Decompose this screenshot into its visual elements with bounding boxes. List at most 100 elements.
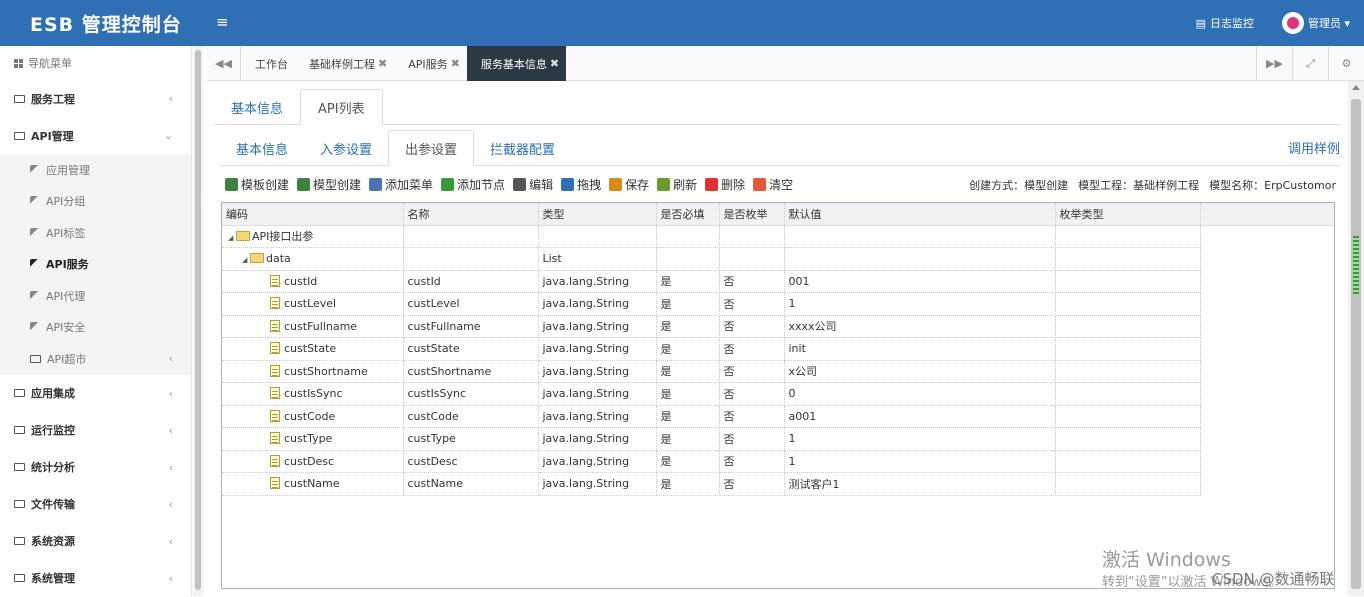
toolbar-button-delete[interactable]: 删除 bbox=[705, 176, 745, 193]
add-node-icon bbox=[441, 177, 455, 191]
sidebar-item-api-group[interactable]: API分组 bbox=[0, 186, 191, 218]
sidebar-item-app-integration[interactable]: 应用集成 ‹ bbox=[0, 375, 191, 412]
table-row[interactable]: custFullname custFullname java.lang.String… bbox=[222, 315, 1334, 338]
column-header[interactable]: 名称 bbox=[403, 203, 539, 226]
cell-type: java.lang.String bbox=[538, 427, 657, 451]
tree-toggle-icon[interactable]: ◢ bbox=[228, 234, 236, 242]
table-row[interactable]: custShortname custShortname java.lang.Stri… bbox=[222, 360, 1334, 383]
table-row[interactable]: custLevel custLevel java.lang.String 是 否 1 bbox=[222, 292, 1334, 316]
sidebar-item-api-service[interactable]: API服务 bbox=[0, 249, 191, 281]
cell-code: custDesc bbox=[222, 450, 404, 473]
table-row[interactable]: ◢ data List bbox=[222, 247, 1334, 271]
sidebar-item-run-monitor[interactable]: 运行监控 ‹ bbox=[0, 412, 191, 449]
cell-text: custDesc bbox=[284, 454, 335, 468]
cell-text: 否 bbox=[723, 387, 735, 401]
sidebar-item-app-management[interactable]: 应用管理 bbox=[0, 154, 191, 186]
log-monitor-link[interactable]: ▤ 日志监控 bbox=[1196, 15, 1254, 31]
call-sample-link[interactable]: 调用样例 bbox=[1288, 138, 1340, 157]
toolbar-button-refresh[interactable]: 刷新 bbox=[657, 176, 697, 193]
column-header[interactable]: 是否枚举 bbox=[719, 203, 785, 226]
toolbar-button-label: 拖拽 bbox=[577, 177, 602, 192]
table-row[interactable]: custState custState java.lang.String 是 否 init bbox=[222, 337, 1334, 361]
toolbar-button-add-node[interactable]: 添加节点 bbox=[441, 176, 505, 193]
tab-label: 基础样例工程 bbox=[309, 57, 375, 71]
toolbar-button-save[interactable]: 保存 bbox=[609, 176, 649, 193]
tabs-scroll-left-icon[interactable]: ◀◀ bbox=[207, 46, 241, 81]
cell-text: custLevel bbox=[284, 297, 337, 311]
toolbar-button-clear[interactable]: 清空 bbox=[753, 176, 793, 193]
cell-text: 否 bbox=[723, 342, 735, 356]
tab-sample-project[interactable]: 基础样例工程 ✖ bbox=[295, 46, 394, 81]
table-row[interactable]: custDesc custDesc java.lang.String 是 否 1 bbox=[222, 450, 1334, 473]
column-header[interactable]: 枚举类型 bbox=[1055, 203, 1201, 226]
toolbar-button-label: 添加菜单 bbox=[385, 177, 434, 192]
folder-icon bbox=[14, 463, 25, 471]
tab-api-service[interactable]: API服务 ✖ bbox=[394, 46, 467, 81]
toolbar-button-add-menu[interactable]: 添加菜单 bbox=[369, 176, 433, 193]
row-filler bbox=[1200, 270, 1334, 293]
tab-input-params[interactable]: 入参设置 bbox=[304, 130, 388, 166]
sidebar-item-api-tag[interactable]: API标签 bbox=[0, 217, 191, 249]
sidebar-item-statistics[interactable]: 统计分析 ‹ bbox=[0, 449, 191, 486]
nav-header: 导航菜单 bbox=[0, 46, 191, 80]
cell-text: custName bbox=[407, 477, 464, 491]
tab-api-list[interactable]: API列表 bbox=[300, 89, 383, 125]
tab-basic-info-2[interactable]: 基本信息 bbox=[220, 130, 304, 166]
close-icon[interactable]: ✖ bbox=[550, 57, 559, 70]
cell-name: custIsSync bbox=[403, 382, 539, 406]
tabs-scroll-right-icon[interactable]: ▶▶ bbox=[1256, 46, 1292, 81]
toolbar-button-drag[interactable]: 拖拽 bbox=[561, 176, 601, 193]
table-row[interactable]: custId custId java.lang.String 是 否 001 bbox=[222, 270, 1334, 293]
close-icon[interactable]: ✖ bbox=[451, 57, 460, 70]
table-row[interactable]: custCode custCode java.lang.String 是 否 a001 bbox=[222, 405, 1334, 428]
sidebar-item-api-market[interactable]: API超市 ‹ bbox=[0, 343, 191, 375]
fullscreen-icon[interactable]: ⤢ bbox=[1292, 46, 1328, 81]
menu-toggle-icon[interactable]: ≡ bbox=[216, 13, 229, 31]
table-row[interactable]: custName custName java.lang.String 是 否 测试客户1 bbox=[222, 472, 1334, 496]
cell-text: 是 bbox=[660, 455, 672, 469]
tab-output-params[interactable]: 出参设置 bbox=[388, 130, 475, 166]
gear-icon[interactable]: ⚙ bbox=[1328, 46, 1364, 81]
cell-enum_type bbox=[1055, 247, 1201, 271]
tab-basic-info[interactable]: 基本信息 bbox=[214, 89, 300, 125]
sidebar-item-system-resources[interactable]: 系统资源 ‹ bbox=[0, 523, 191, 560]
sidebar-item-file-transfer[interactable]: 文件传输 ‹ bbox=[0, 486, 191, 523]
main-scrollbar[interactable] bbox=[1348, 81, 1364, 596]
toolbar-button-template[interactable]: 模板创建 bbox=[225, 176, 289, 193]
toolbar-button-label: 模板创建 bbox=[241, 177, 290, 192]
cell-text: API接口出参 bbox=[252, 230, 314, 244]
tab-interceptor-config[interactable]: 拦截器配置 bbox=[474, 130, 571, 166]
cell-required bbox=[656, 225, 720, 248]
sidebar-item-service-project[interactable]: 服务工程 ‹ bbox=[0, 80, 191, 117]
tab-workbench[interactable]: 工作台 bbox=[241, 46, 295, 81]
column-header[interactable]: 默认值 bbox=[784, 203, 1056, 226]
clear-icon bbox=[753, 177, 767, 191]
tab-label: API服务 bbox=[408, 57, 448, 71]
sidebar-item-label: API标签 bbox=[46, 226, 86, 240]
cell-type: java.lang.String bbox=[538, 292, 657, 316]
sidebar-item-system-management[interactable]: 系统管理 ‹ bbox=[0, 560, 191, 597]
column-header[interactable]: 编码 bbox=[222, 203, 404, 226]
cell-enum_type bbox=[1055, 450, 1201, 473]
sidebar-scrollbar[interactable] bbox=[193, 46, 203, 596]
table-row[interactable]: custIsSync custIsSync java.lang.String 是 否 0 bbox=[222, 382, 1334, 406]
table-row[interactable]: custType custType java.lang.String 是 否 1 bbox=[222, 427, 1334, 451]
tab-service-info[interactable]: 服务基本信息 ✖ bbox=[466, 46, 567, 81]
column-header[interactable]: 类型 bbox=[538, 203, 657, 226]
sidebar-item-api-management[interactable]: API管理 ⌄ bbox=[0, 117, 191, 154]
delete-icon bbox=[705, 177, 719, 191]
column-header[interactable]: 是否必填 bbox=[656, 203, 720, 226]
cell-type: java.lang.String bbox=[538, 315, 657, 338]
close-icon[interactable]: ✖ bbox=[378, 57, 387, 70]
cell-text: 否 bbox=[723, 297, 735, 311]
table-row[interactable]: ◢ API接口出参 bbox=[222, 225, 1334, 248]
toolbar-button-edit[interactable]: 编辑 bbox=[513, 176, 553, 193]
sidebar-item-api-proxy[interactable]: API代理 bbox=[0, 280, 191, 312]
tree-toggle-icon[interactable]: ◢ bbox=[242, 256, 250, 264]
tab-label: 工作台 bbox=[255, 57, 288, 71]
sidebar-item-api-security[interactable]: API安全 bbox=[0, 312, 191, 344]
cell-text: java.lang.String bbox=[542, 319, 630, 333]
toolbar-button-model[interactable]: 模型创建 bbox=[297, 176, 361, 193]
cell-code: custType bbox=[222, 427, 404, 451]
user-menu[interactable]: 管理员 ▾ bbox=[1281, 12, 1350, 34]
